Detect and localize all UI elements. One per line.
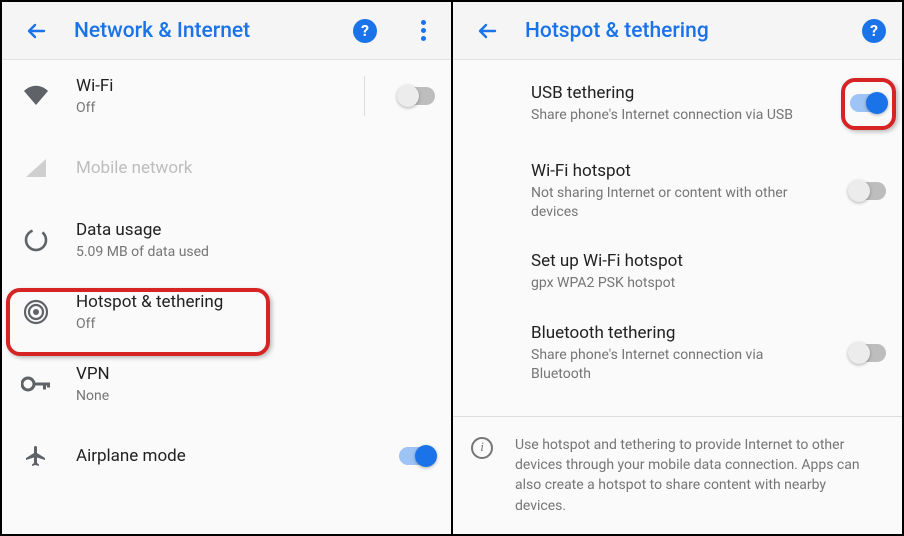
network-internet-panel: Network & Internet ? Wi-Fi Off Mobile ne… [2, 2, 451, 534]
page-title: Network & Internet [74, 19, 327, 43]
data-usage-row[interactable]: Data usage 5.09 MB of data used [2, 204, 451, 276]
bluetooth-tethering-toggle[interactable] [850, 344, 886, 362]
help-icon: ? [353, 19, 377, 43]
back-button[interactable] [467, 11, 507, 51]
wifi-row[interactable]: Wi-Fi Off [2, 60, 451, 132]
data-sub: 5.09 MB of data used [76, 243, 435, 262]
signal-icon [20, 157, 52, 179]
info-text: Use hotspot and tethering to provide Int… [515, 435, 880, 516]
settings-list-left: Wi-Fi Off Mobile network Data usage 5.09… [2, 60, 451, 534]
page-title: Hotspot & tethering [525, 19, 836, 43]
wifi-toggle[interactable] [399, 87, 435, 105]
info-icon: i [471, 437, 493, 459]
help-button[interactable]: ? [854, 11, 894, 51]
airplane-icon [20, 444, 52, 468]
info-footer: i Use hotspot and tethering to provide I… [453, 416, 902, 534]
setup-sub: gpx WPA2 PSK hotspot [531, 274, 886, 293]
data-label: Data usage [76, 219, 435, 241]
back-button[interactable] [16, 11, 56, 51]
usb-tethering-row[interactable]: USB tethering Share phone's Internet con… [453, 60, 902, 146]
wifi-hotspot-toggle[interactable] [850, 182, 886, 200]
airplane-label: Airplane mode [76, 445, 375, 467]
hotspot-tethering-row[interactable]: Hotspot & tethering Off [2, 276, 451, 348]
help-button[interactable]: ? [345, 11, 385, 51]
bt-label: Bluetooth tethering [531, 322, 826, 344]
hotspot-label: Hotspot & tethering [76, 291, 435, 313]
vpn-key-icon [20, 376, 52, 392]
help-icon: ? [862, 19, 886, 43]
hotspot-icon [20, 298, 52, 326]
usb-tethering-toggle[interactable] [850, 94, 886, 112]
setup-wifi-hotspot-row[interactable]: Set up Wi-Fi hotspot gpx WPA2 PSK hotspo… [453, 236, 902, 308]
usb-label: USB tethering [531, 82, 826, 104]
airplane-mode-row[interactable]: Airplane mode [2, 420, 451, 492]
divider [364, 76, 365, 116]
bluetooth-tethering-row[interactable]: Bluetooth tethering Share phone's Intern… [453, 308, 902, 398]
wifi-label: Wi-Fi [76, 75, 340, 97]
appbar-right: Hotspot & tethering ? [453, 2, 902, 60]
mobile-label: Mobile network [76, 157, 435, 179]
setup-label: Set up Wi-Fi hotspot [531, 250, 886, 272]
mobile-network-row: Mobile network [2, 132, 451, 204]
vpn-row[interactable]: VPN None [2, 348, 451, 420]
wifihs-label: Wi-Fi hotspot [531, 160, 826, 182]
wifi-hotspot-row[interactable]: Wi-Fi hotspot Not sharing Internet or co… [453, 146, 902, 236]
vpn-label: VPN [76, 363, 435, 385]
usb-sub: Share phone's Internet connection via US… [531, 106, 826, 125]
vpn-sub: None [76, 387, 435, 406]
wifihs-sub: Not sharing Internet or content with oth… [531, 184, 826, 222]
hotspot-tethering-panel: Hotspot & tethering ? USB tethering Shar… [451, 2, 902, 534]
wifi-icon [20, 85, 52, 107]
more-button[interactable] [403, 11, 443, 51]
appbar-left: Network & Internet ? [2, 2, 451, 60]
more-vert-icon [421, 20, 426, 41]
airplane-toggle[interactable] [399, 447, 435, 465]
bt-sub: Share phone's Internet connection via Bl… [531, 346, 826, 384]
wifi-sub: Off [76, 99, 340, 118]
settings-list-right: USB tethering Share phone's Internet con… [453, 60, 902, 416]
hotspot-sub: Off [76, 315, 435, 334]
data-usage-icon [20, 227, 52, 253]
